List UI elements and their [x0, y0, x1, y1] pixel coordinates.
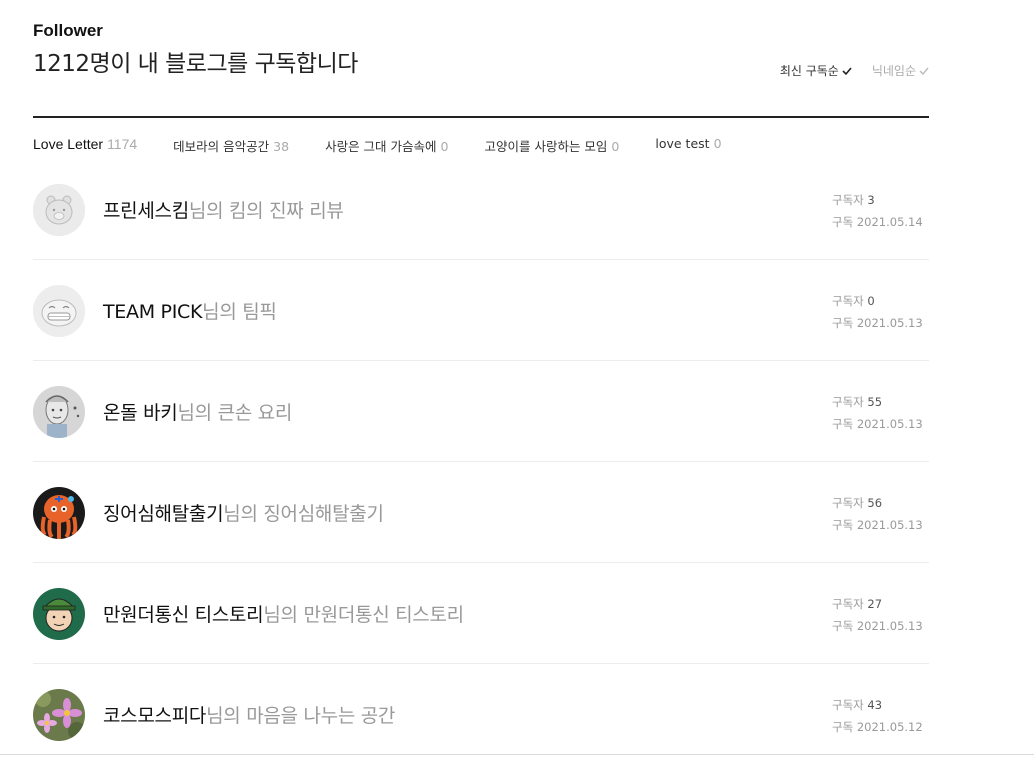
- blog-tabs: Love Letter 1174 데보라의 음악공간 38 사랑은 그대 가슴속에 0…: [33, 136, 758, 155]
- subscribers-label: 구독자: [832, 698, 864, 712]
- blog-name: 님의 징어심해탈출기: [223, 503, 384, 525]
- tab-count: 0: [713, 136, 722, 151]
- subscribers-label: 구독자: [832, 597, 864, 611]
- sort-options: 최신 구독순 닉네임순: [780, 62, 929, 79]
- character-with-hat-icon: [33, 588, 85, 640]
- blog-name: 님의 킴의 진짜 리뷰: [188, 200, 344, 222]
- blog-name: 님의 만원더통신 티스토리: [263, 604, 464, 626]
- subscriber-name: 징어심해탈출기: [103, 503, 224, 525]
- list-item: 징어심해탈출기님의 징어심해탈출기 구독자 56 구독 2021.05.13: [33, 462, 929, 563]
- subscribe-date: 2021.05.13: [856, 619, 923, 633]
- subscriber-title[interactable]: 코스모스피다님의 마음을 나누는 공간: [103, 701, 395, 728]
- avatar[interactable]: [33, 588, 85, 640]
- tab-music-space[interactable]: 데보라의 음악공간 38: [173, 136, 289, 155]
- list-item: 코스모스피다님의 마음을 나누는 공간 구독자 43 구독 2021.05.12: [33, 664, 929, 761]
- sort-latest-button[interactable]: 최신 구독순: [780, 62, 852, 79]
- date-label: 구독: [832, 619, 854, 633]
- subscriber-count: 55: [867, 395, 883, 409]
- subscribe-date: 2021.05.13: [856, 316, 923, 330]
- smile-face-icon: [33, 285, 85, 337]
- subscribe-date: 2021.05.13: [856, 417, 923, 431]
- sort-nickname-label: 닉네임순: [871, 64, 916, 78]
- tab-cat-lovers[interactable]: 고양이를 사랑하는 모임 0: [484, 136, 619, 155]
- subscriber-meta: 구독자 55 구독 2021.05.13: [832, 391, 923, 435]
- tab-label: Love Letter: [33, 136, 104, 152]
- subscriber-name: 프린세스킴: [103, 200, 189, 222]
- subscriber-meta: 구독자 43 구독 2021.05.12: [832, 694, 923, 738]
- header-divider: [33, 116, 929, 118]
- subscribe-date: 2021.05.14: [856, 215, 923, 229]
- subscriber-name: TEAM PICK: [103, 301, 203, 323]
- sort-latest-label: 최신 구독순: [779, 64, 839, 78]
- subscriber-title[interactable]: TEAM PICK님의 팀픽: [103, 297, 277, 324]
- avatar[interactable]: [33, 184, 85, 236]
- date-label: 구독: [832, 518, 854, 532]
- tab-count: 38: [273, 139, 290, 154]
- subscriber-title[interactable]: 징어심해탈출기님의 징어심해탈출기: [103, 499, 384, 526]
- list-item: 프린세스킴님의 킴의 진짜 리뷰 구독자 3 구독 2021.05.14: [33, 159, 929, 260]
- date-label: 구독: [832, 215, 854, 229]
- subscriber-name: 만원더통신 티스토리: [103, 604, 264, 626]
- list-item: 만원더통신 티스토리님의 만원더통신 티스토리 구독자 27 구독 2021.0…: [33, 563, 929, 664]
- sort-nickname-button[interactable]: 닉네임순: [872, 62, 929, 79]
- subscriber-list: 프린세스킴님의 킴의 진짜 리뷰 구독자 3 구독 2021.05.14 TEA…: [33, 159, 929, 761]
- tab-count: 1174: [107, 136, 138, 152]
- tab-label: 사랑은 그대 가슴속에: [325, 139, 437, 154]
- check-icon: [842, 66, 852, 75]
- blog-name: 님의 팀픽: [202, 301, 277, 323]
- tab-label: 데보라의 음악공간: [173, 139, 270, 154]
- check-icon: [919, 67, 929, 75]
- subscriber-count: 3: [867, 193, 875, 207]
- date-label: 구독: [832, 417, 854, 431]
- subscriber-title[interactable]: 만원더통신 티스토리님의 만원더통신 티스토리: [103, 600, 464, 627]
- section-label: Follower: [33, 21, 103, 40]
- subscriber-title[interactable]: 프린세스킴님의 킴의 진짜 리뷰: [103, 196, 344, 223]
- tab-love-test[interactable]: love test 0: [655, 136, 721, 155]
- list-item: TEAM PICK님의 팀픽 구독자 0 구독 2021.05.13: [33, 260, 929, 361]
- blog-name: 님의 큰손 요리: [177, 402, 293, 424]
- subscriber-meta: 구독자 27 구독 2021.05.13: [832, 593, 923, 637]
- subscribers-label: 구독자: [832, 496, 864, 510]
- subscribers-label: 구독자: [832, 193, 864, 207]
- bear-face-icon: [33, 184, 85, 236]
- subscriber-count: 0: [867, 294, 875, 308]
- date-label: 구독: [832, 316, 854, 330]
- subscribe-date: 2021.05.13: [856, 518, 923, 532]
- tab-count: 0: [440, 139, 449, 154]
- subscriber-count: 43: [867, 698, 883, 712]
- squid-character-icon: [33, 487, 85, 539]
- subscriber-meta: 구독자 0 구독 2021.05.13: [832, 290, 923, 334]
- tab-love-letter[interactable]: Love Letter 1174: [33, 136, 137, 155]
- subscriber-meta: 구독자 56 구독 2021.05.13: [832, 492, 923, 536]
- subscribers-label: 구독자: [832, 395, 864, 409]
- page-title: 1212명이 내 블로그를 구독합니다: [33, 51, 358, 77]
- blog-name: 님의 마음을 나누는 공간: [206, 705, 396, 727]
- tab-count: 0: [611, 139, 620, 154]
- avatar[interactable]: [33, 386, 85, 438]
- avatar[interactable]: [33, 285, 85, 337]
- subscriber-count: 56: [867, 496, 883, 510]
- sketch-character-icon: [33, 386, 85, 438]
- subscriber-name: 코스모스피다: [103, 705, 207, 727]
- list-item: 온돌 바키님의 큰손 요리 구독자 55 구독 2021.05.13: [33, 361, 929, 462]
- subscriber-meta: 구독자 3 구독 2021.05.14: [832, 189, 923, 233]
- tab-label: 고양이를 사랑하는 모임: [484, 139, 608, 154]
- cosmos-flower-icon: [33, 689, 85, 741]
- bottom-divider: [0, 754, 1034, 755]
- avatar[interactable]: [33, 689, 85, 741]
- subscribe-date: 2021.05.12: [856, 720, 923, 734]
- subscribers-label: 구독자: [832, 294, 864, 308]
- avatar[interactable]: [33, 487, 85, 539]
- header: Follower 1212명이 내 블로그를 구독합니다 최신 구독순 닉네임순: [33, 20, 929, 78]
- tab-label: love test: [655, 136, 710, 151]
- subscriber-count: 27: [867, 597, 883, 611]
- subscriber-title[interactable]: 온돌 바키님의 큰손 요리: [103, 398, 292, 425]
- tab-love-in-heart[interactable]: 사랑은 그대 가슴속에 0: [325, 136, 448, 155]
- subscriber-name: 온돌 바키: [103, 402, 178, 424]
- page: Follower 1212명이 내 블로그를 구독합니다 최신 구독순 닉네임순…: [0, 0, 1034, 761]
- date-label: 구독: [832, 720, 854, 734]
